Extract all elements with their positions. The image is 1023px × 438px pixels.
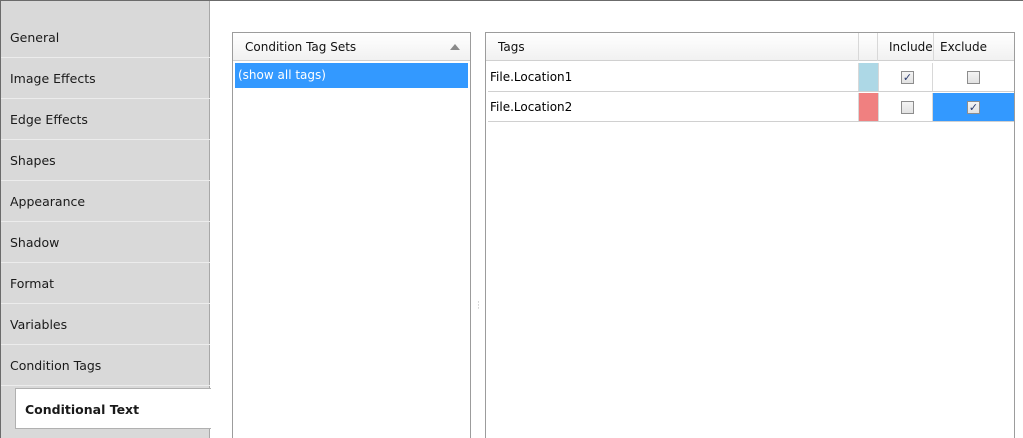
tags-table-header: Tags Include Exclude [486, 33, 1014, 61]
sidebar-item-shadow[interactable]: Shadow [1, 222, 210, 263]
table-row[interactable]: File.Location1 ✓ [488, 63, 1014, 92]
sidebar: General Image Effects Edge Effects Shape… [1, 1, 211, 438]
condition-tag-sets-list[interactable]: Condition Tag Sets (show all tags) [232, 32, 471, 438]
tag-color-swatch[interactable] [859, 93, 879, 121]
sidebar-item-conditional-text[interactable]: Conditional Text [15, 388, 211, 429]
table-row[interactable]: File.Location2 ✓ [488, 93, 1014, 122]
sidebar-item-general[interactable]: General [1, 17, 210, 58]
sidebar-item-variables[interactable]: Variables [1, 304, 210, 345]
sidebar-item-label: Shapes [10, 153, 56, 168]
sidebar-item-condition-tags[interactable]: Condition Tags [1, 345, 210, 386]
column-divider [933, 33, 934, 61]
exclude-checkbox[interactable] [967, 71, 980, 84]
sidebar-item-format[interactable]: Format [1, 263, 210, 304]
tag-name-cell: File.Location1 [490, 70, 573, 84]
sort-ascending-icon [450, 44, 460, 50]
tag-name-cell: File.Location2 [490, 100, 573, 114]
column-header-include[interactable]: Include [889, 33, 933, 61]
column-header-exclude[interactable]: Exclude [940, 33, 987, 61]
list-item-label: (show all tags) [238, 68, 326, 82]
sidebar-item-label: Appearance [10, 194, 86, 209]
exclude-checkbox[interactable]: ✓ [967, 101, 980, 114]
cell-divider [878, 63, 879, 91]
cell-divider [858, 63, 859, 91]
tag-sets-header[interactable]: Condition Tag Sets [233, 33, 470, 61]
sidebar-item-image-effects[interactable]: Image Effects [1, 58, 210, 99]
sidebar-item-label: Edge Effects [10, 112, 88, 127]
tag-color-swatch[interactable] [859, 63, 879, 91]
sidebar-item-label: Image Effects [10, 71, 96, 86]
cell-divider [858, 93, 859, 121]
sidebar-item-label: General [10, 30, 60, 45]
column-divider [858, 33, 859, 61]
column-header-tags[interactable]: Tags [498, 33, 525, 61]
list-item-show-all-tags[interactable]: (show all tags) [235, 63, 468, 88]
sidebar-item-label: Condition Tags [10, 358, 102, 373]
tags-table: Tags Include Exclude File.Location1 ✓ Fi… [485, 32, 1015, 438]
include-checkbox[interactable] [901, 101, 914, 114]
sidebar-item-label: Variables [10, 317, 68, 332]
sidebar-item-edge-effects[interactable]: Edge Effects [1, 99, 210, 140]
tag-sets-header-label: Condition Tag Sets [245, 40, 357, 54]
sidebar-item-label: Conditional Text [25, 402, 140, 417]
sidebar-item-label: Shadow [10, 235, 60, 250]
include-checkbox[interactable]: ✓ [901, 71, 914, 84]
splitter-grip-icon[interactable]: · · · [477, 299, 480, 314]
cell-divider [878, 93, 879, 121]
sidebar-item-label: Format [10, 276, 55, 291]
column-divider [877, 33, 878, 61]
sidebar-item-appearance[interactable]: Appearance [1, 181, 210, 222]
sidebar-item-shapes[interactable]: Shapes [1, 140, 210, 181]
